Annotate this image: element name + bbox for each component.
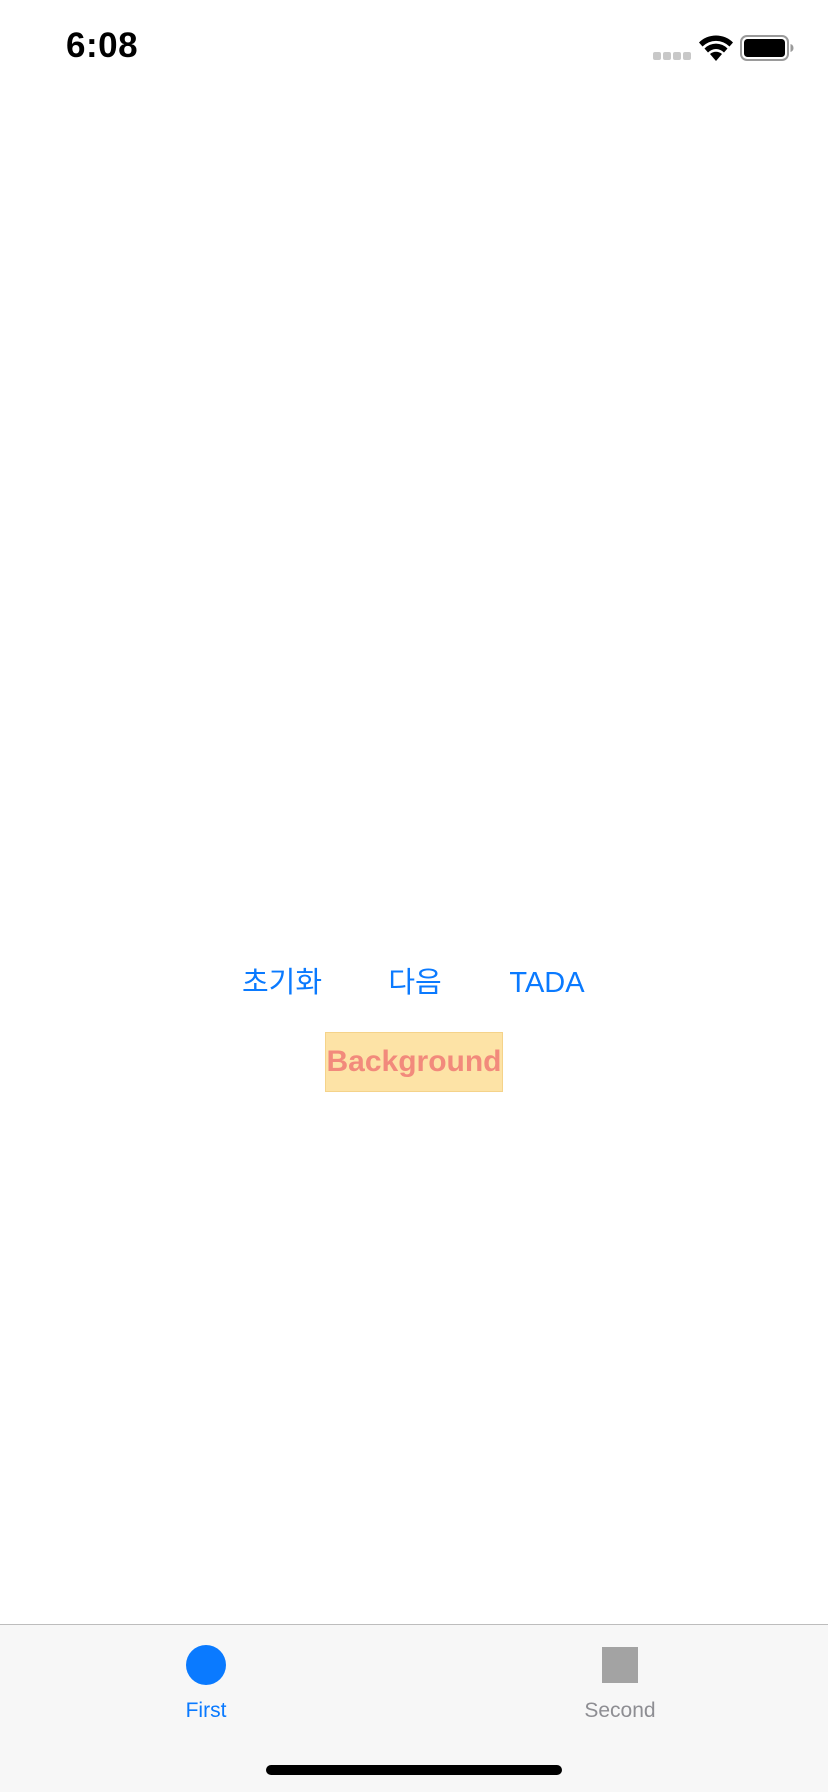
battery-icon <box>740 35 794 61</box>
circle-icon <box>186 1645 226 1685</box>
background-label: Background <box>325 1032 503 1092</box>
status-time: 6:08 <box>66 26 139 65</box>
tab-second[interactable]: Second <box>520 1625 720 1735</box>
action-button-row: 초기화 다음 TADA <box>0 958 828 1008</box>
status-bar: 6:08 <box>0 0 828 100</box>
wifi-icon <box>699 35 733 61</box>
tab-second-label: Second <box>584 1699 656 1722</box>
tada-button[interactable]: TADA <box>502 958 592 1008</box>
home-indicator[interactable] <box>266 1765 562 1775</box>
reset-button[interactable]: 초기화 <box>232 958 332 1008</box>
tab-first-label: First <box>185 1699 227 1722</box>
cellular-signal-icon <box>653 52 693 62</box>
app-screen: 6:08 초기화 다음 TADA Background First Second <box>0 0 828 1792</box>
next-button[interactable]: 다음 <box>375 958 455 1008</box>
square-icon <box>602 1647 638 1683</box>
tab-first[interactable]: First <box>106 1625 306 1735</box>
